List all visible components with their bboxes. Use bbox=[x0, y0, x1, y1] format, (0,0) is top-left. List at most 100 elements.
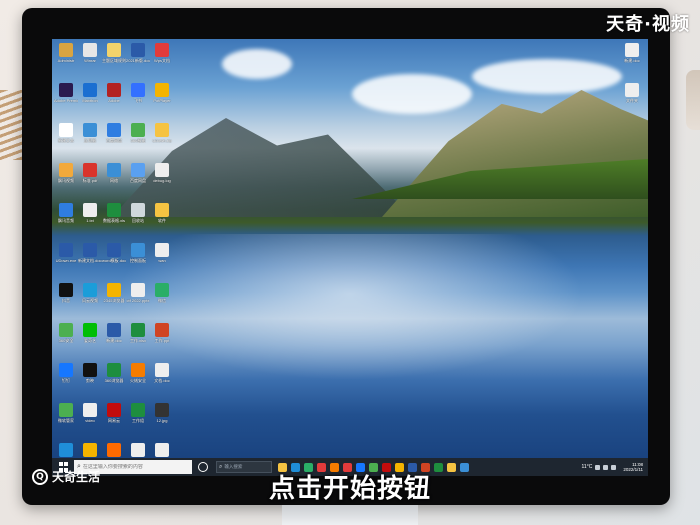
desktop-icon[interactable]: 新建文档.docx bbox=[78, 241, 102, 277]
desktop-icon-label: 爱奇艺 bbox=[84, 338, 96, 343]
desktop-icon[interactable]: 微软管家 bbox=[54, 401, 78, 437]
desktop-icon-label: Maxthon bbox=[82, 98, 98, 103]
desktop-icon[interactable]: 工作.xlsx bbox=[126, 321, 150, 357]
desktop-icon[interactable]: 微信 bbox=[150, 281, 174, 317]
app-icon bbox=[155, 243, 169, 257]
app-icon bbox=[155, 163, 169, 177]
desktop-icon-label: 飞书 bbox=[134, 98, 142, 103]
desktop-icon-label: 风云视频 bbox=[82, 298, 98, 303]
windows-logo-icon bbox=[59, 462, 63, 466]
app-icon bbox=[107, 43, 121, 57]
desktop-icon[interactable]: 1.txt bbox=[78, 201, 102, 237]
desktop-icon[interactable]: 飘讯音频 bbox=[54, 201, 78, 237]
app-icon bbox=[131, 243, 145, 257]
app-icon bbox=[107, 403, 121, 417]
desktop-icon[interactable]: 新建.doc bbox=[620, 41, 644, 77]
desktop-icon[interactable]: 网络 bbox=[102, 161, 126, 197]
desktop-icon[interactable]: 百度网盘 bbox=[126, 161, 150, 197]
cloud bbox=[222, 49, 292, 79]
desktop-icon[interactable]: Maxthon bbox=[78, 81, 102, 117]
desktop-icon[interactable]: 钉钉 bbox=[54, 361, 78, 397]
desktop-icon[interactable]: 飞书 bbox=[126, 81, 150, 117]
desktop-icon[interactable]: 百度网盘 bbox=[102, 121, 126, 157]
app-icon bbox=[155, 323, 169, 337]
desktop-icon[interactable]: 控制面板 bbox=[126, 241, 150, 277]
app-icon bbox=[107, 443, 121, 457]
desktop-icon[interactable]: Administr bbox=[54, 41, 78, 77]
desktop-icon[interactable]: UDown.zip bbox=[150, 121, 174, 157]
app-icon bbox=[107, 83, 121, 97]
desktop-icon[interactable]: 主题区域规则 bbox=[102, 41, 126, 77]
desktop-icon[interactable]: 飘讯视频 bbox=[54, 161, 78, 197]
app-icon bbox=[131, 443, 145, 457]
desktop-icon[interactable]: PotPlayer bbox=[150, 81, 174, 117]
desktop-icon-label: 控制面板 bbox=[130, 258, 146, 263]
desktop-icon-label: Administr bbox=[57, 58, 75, 63]
desktop-icon[interactable]: Adobe Premie bbox=[54, 81, 78, 117]
app-icon bbox=[59, 403, 73, 417]
app-icon bbox=[155, 203, 169, 217]
desktop-icon-label: PotPlayer bbox=[153, 98, 171, 103]
app-icon bbox=[83, 403, 97, 417]
desktop-icon[interactable]: Wps文档 bbox=[150, 41, 174, 77]
desktop-icon[interactable]: 抖音 bbox=[54, 281, 78, 317]
desktop-icon[interactable]: 360浏览器 bbox=[102, 361, 126, 397]
app-icon bbox=[83, 323, 97, 337]
desktop-icon[interactable]: 风云视频 bbox=[78, 281, 102, 317]
desktop-icon[interactable]: ctf 2022.pptx bbox=[126, 281, 150, 317]
desktop-icon[interactable]: 新建.doc bbox=[102, 321, 126, 357]
desktop-icon-label: 钉钉 bbox=[62, 378, 70, 383]
desktop-icon[interactable]: 12.jpg bbox=[150, 401, 174, 437]
app-icon bbox=[155, 443, 169, 457]
desktop-icon[interactable]: 工作组 bbox=[126, 401, 150, 437]
desktop-icon-label: 微软管家 bbox=[58, 418, 74, 423]
desktop-icon-label: Adobe bbox=[108, 98, 120, 103]
desktop-icon[interactable]: 标准.pdf bbox=[78, 161, 102, 197]
app-icon bbox=[59, 83, 73, 97]
dried-plant-decoration bbox=[0, 90, 22, 160]
cloud bbox=[352, 74, 472, 114]
desktop-icon[interactable]: 2345浏览器 bbox=[102, 281, 126, 317]
desktop-icon[interactable]: 新建文本 bbox=[54, 121, 78, 157]
desktop-icon-label: 新建文本 bbox=[58, 138, 74, 143]
desktop-icon[interactable]: 软件 bbox=[150, 201, 174, 237]
app-icon bbox=[83, 283, 97, 297]
desktop-icon-label: 软件 bbox=[158, 218, 166, 223]
desktop-icon[interactable]: 网易云 bbox=[102, 401, 126, 437]
desktop-icon[interactable]: 文档.doc bbox=[150, 361, 174, 397]
desktop-icon[interactable]: Adobe bbox=[102, 81, 126, 117]
app-icon bbox=[83, 363, 97, 377]
desktop-icon[interactable]: debug.log bbox=[150, 161, 174, 197]
desktop-icon[interactable]: 数据表格.xls bbox=[102, 201, 126, 237]
desktop-icon[interactable]: 此电脑 bbox=[78, 121, 102, 157]
desktop-icon[interactable]: 文件夹 bbox=[620, 81, 644, 117]
desktop-icon-label: 百度网盘 bbox=[130, 178, 146, 183]
desktop-icon[interactable]: 回收站 bbox=[126, 201, 150, 237]
desktop-icon[interactable]: UDown.exe bbox=[54, 241, 78, 277]
desktop-icon[interactable]: wan bbox=[150, 241, 174, 277]
desktop-icon-label: debug.log bbox=[153, 178, 171, 183]
app-icon bbox=[155, 123, 169, 137]
app-icon bbox=[131, 323, 145, 337]
desktop-icon[interactable]: 火绒安全 bbox=[126, 361, 150, 397]
app-icon bbox=[131, 43, 145, 57]
desktop-icon-label: 2021新版.doc bbox=[126, 58, 150, 63]
desktop-icon[interactable]: 2021新版.doc bbox=[126, 41, 150, 77]
desktop-icon[interactable]: 工作.ppt bbox=[150, 321, 174, 357]
desktop-icon-label: 12.jpg bbox=[156, 418, 168, 423]
file-icon bbox=[625, 43, 639, 57]
app-icon bbox=[155, 363, 169, 377]
monitor-frame: Administr Winrar 主题区域规则 2021新版.doc Wps文档 Adob… bbox=[22, 8, 670, 505]
app-icon bbox=[59, 283, 73, 297]
file-icon bbox=[625, 83, 639, 97]
desktop-icon[interactable]: video bbox=[78, 401, 102, 437]
desktop-icon-label: UDown.zip bbox=[152, 138, 172, 143]
desktop-icon[interactable]: 360安全 bbox=[54, 321, 78, 357]
desktop-icon[interactable]: Winrar bbox=[78, 41, 102, 77]
desktop-icon[interactable]: 360极速 bbox=[126, 121, 150, 157]
desktop-icon[interactable]: 爱奇艺 bbox=[78, 321, 102, 357]
desktop-icon[interactable]: word模板.doc bbox=[102, 241, 126, 277]
app-icon bbox=[83, 443, 97, 457]
desktop-icon[interactable]: 剪映 bbox=[78, 361, 102, 397]
app-icon bbox=[59, 123, 73, 137]
